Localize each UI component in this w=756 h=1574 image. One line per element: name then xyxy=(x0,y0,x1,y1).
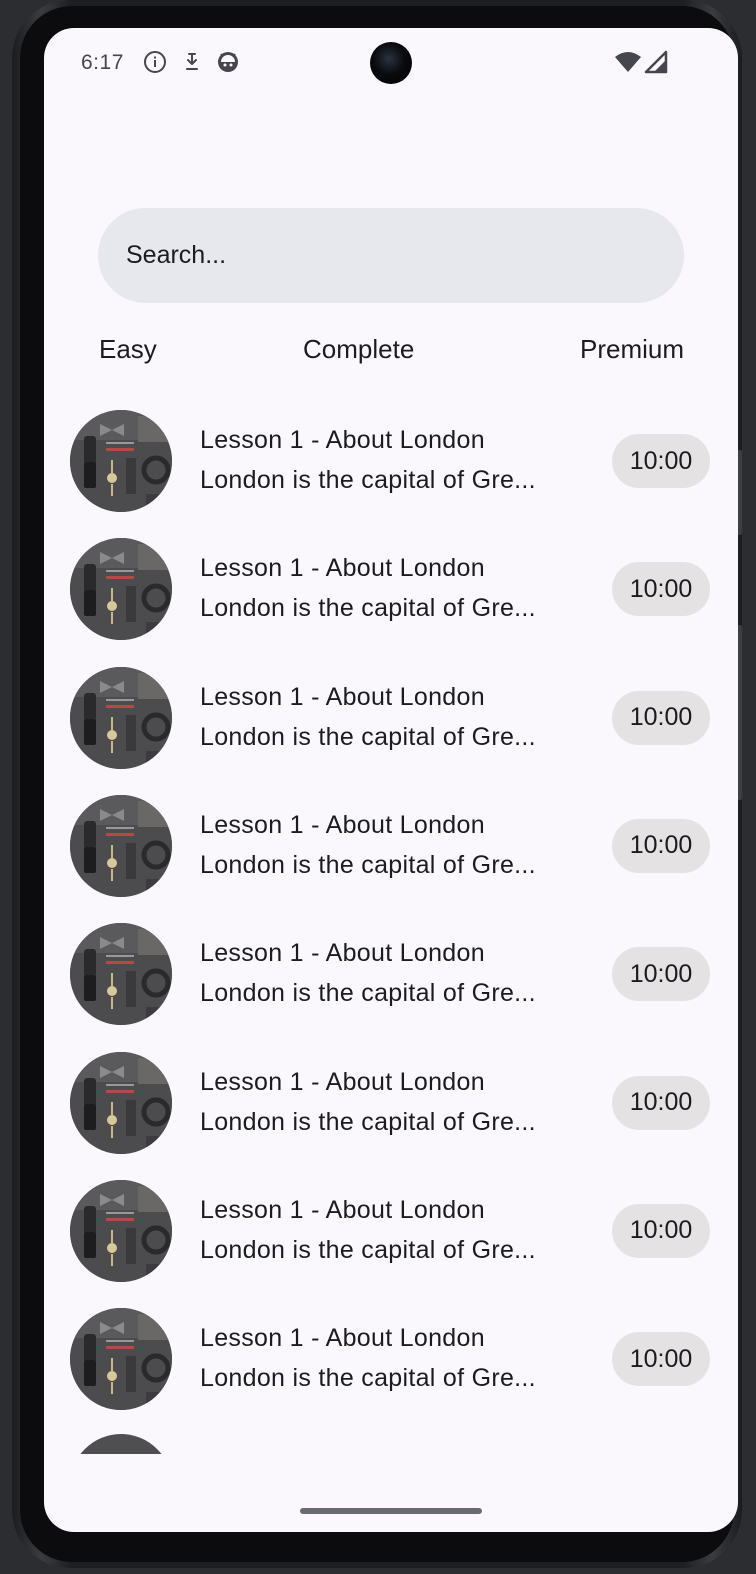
filter-premium[interactable]: Premium xyxy=(580,334,684,365)
lesson-title: Lesson 1 - About London xyxy=(200,1067,485,1096)
status-time: 6:17 xyxy=(81,51,124,74)
lesson-thumbnail xyxy=(70,1308,172,1411)
search-placeholder: Search... xyxy=(126,241,227,269)
filter-bar: Easy Complete Premium xyxy=(98,334,684,374)
lesson-row[interactable]: Lesson 1 - About London London is the ca… xyxy=(44,793,738,921)
lesson-title: Lesson 1 - About London xyxy=(200,1195,485,1224)
lesson-thumbnail xyxy=(70,1051,172,1154)
lesson-subtitle: London is the capital of Gre... xyxy=(200,1364,536,1393)
lesson-list[interactable]: Lesson 1 - About London London is the ca… xyxy=(44,408,738,1450)
lesson-subtitle: London is the capital of Gre... xyxy=(200,466,536,494)
partial-lesson-thumbnail xyxy=(70,1434,172,1454)
android-face-icon xyxy=(218,52,238,72)
signal-icon xyxy=(644,50,668,74)
home-gesture-bar[interactable] xyxy=(300,1508,482,1514)
lesson-subtitle: London is the capital of Gre... xyxy=(200,850,536,879)
lesson-duration-chip: 10:00 xyxy=(612,434,710,488)
lesson-row[interactable]: Lesson 1 - About London London is the ca… xyxy=(44,921,738,1049)
lesson-title: Lesson 1 - About London xyxy=(200,939,485,968)
filter-complete[interactable]: Complete xyxy=(303,334,414,365)
lesson-duration-chip: 10:00 xyxy=(612,690,710,745)
lesson-row[interactable]: Lesson 1 - About London London is the ca… xyxy=(44,665,738,793)
lesson-title: Lesson 1 - About London xyxy=(200,1324,485,1353)
lesson-title: Lesson 1 - About London xyxy=(200,682,485,711)
lesson-thumbnail xyxy=(70,1179,172,1282)
app-screen: 6:17 Search... Easy Complete Premium Les… xyxy=(44,28,738,1532)
lesson-subtitle: London is the capital of Gre... xyxy=(200,722,536,751)
lesson-duration-chip: 10:00 xyxy=(612,1075,710,1130)
search-input[interactable]: Search... xyxy=(98,208,684,303)
lesson-duration-chip: 10:00 xyxy=(612,562,710,617)
lesson-title: Lesson 1 - About London xyxy=(200,426,485,454)
lesson-duration-chip: 10:00 xyxy=(612,1203,710,1258)
lesson-subtitle: London is the capital of Gre... xyxy=(200,979,536,1008)
lesson-title: Lesson 1 - About London xyxy=(200,554,485,583)
filter-easy[interactable]: Easy xyxy=(99,334,157,365)
phone-frame: 6:17 Search... Easy Complete Premium Les… xyxy=(12,0,742,1568)
info-icon xyxy=(144,51,166,73)
lesson-duration-chip: 10:00 xyxy=(612,947,710,1002)
lesson-duration-chip: 10:00 xyxy=(612,818,710,873)
wifi-icon xyxy=(615,52,641,72)
download-icon xyxy=(186,53,198,70)
lesson-title: Lesson 1 - About London xyxy=(200,810,485,839)
lesson-row[interactable]: Lesson 1 - About London London is the ca… xyxy=(44,1178,738,1306)
lesson-thumbnail xyxy=(70,923,172,1026)
lesson-subtitle: London is the capital of Gre... xyxy=(200,1235,536,1264)
status-bar: 6:17 xyxy=(44,28,738,98)
lesson-row[interactable]: Lesson 1 - About London London is the ca… xyxy=(44,536,738,664)
lesson-thumbnail xyxy=(70,410,172,512)
lesson-thumbnail xyxy=(70,666,172,769)
lesson-duration-chip: 10:00 xyxy=(612,1332,710,1387)
front-camera xyxy=(370,42,412,84)
lesson-row[interactable]: Lesson 1 - About London London is the ca… xyxy=(44,1050,738,1178)
lesson-thumbnail xyxy=(70,794,172,897)
lesson-subtitle: London is the capital of Gre... xyxy=(200,594,536,623)
lesson-thumbnail xyxy=(70,538,172,641)
lesson-row[interactable]: Lesson 1 - About London London is the ca… xyxy=(44,1306,738,1434)
lesson-row[interactable]: Lesson 1 - About London London is the ca… xyxy=(44,408,738,536)
lesson-subtitle: London is the capital of Gre... xyxy=(200,1107,536,1136)
